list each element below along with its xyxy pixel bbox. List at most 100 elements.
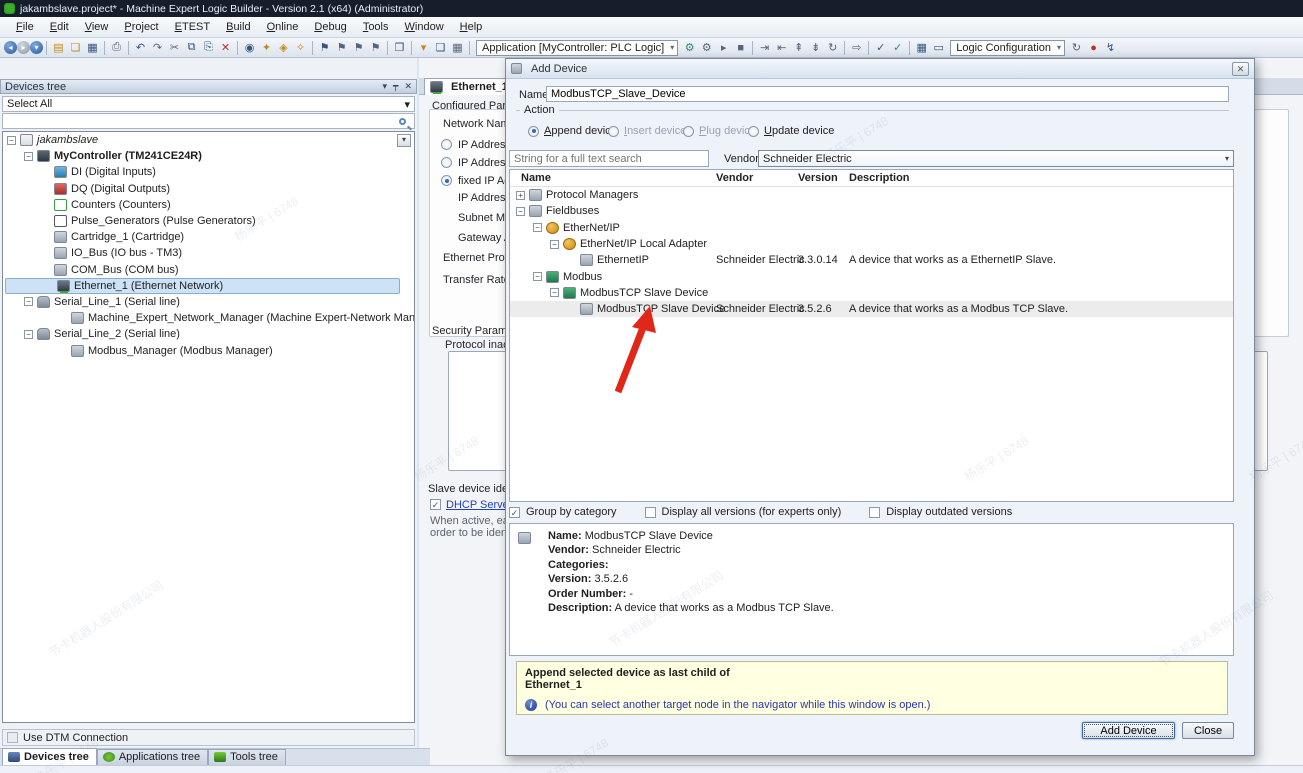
device-row-ethernet-ip-local-adapter[interactable]: −EtherNet/IP Local Adapter: [510, 236, 1233, 252]
menu-edit[interactable]: Edit: [42, 19, 77, 35]
tree-item-serial-line-1[interactable]: −Serial_Line_1 (Serial line): [3, 294, 414, 310]
single-cycle-icon[interactable]: ⇟: [807, 40, 824, 55]
collapse-icon[interactable]: −: [7, 136, 16, 145]
close-button[interactable]: Close: [1182, 722, 1234, 739]
application-selector[interactable]: Application [MyController: PLC Logic] ▾: [476, 40, 678, 56]
full-text-search-input[interactable]: [509, 150, 709, 167]
device-filter-select[interactable]: Select All ▾: [2, 96, 415, 112]
group-by-category-checkbox[interactable]: ✓: [509, 507, 520, 518]
device-row-ethernetip[interactable]: EthernetIP Schneider Electric 3.3.0.14 A…: [510, 252, 1233, 268]
new-file-icon[interactable]: ▤: [50, 40, 67, 55]
tab-tools-tree[interactable]: Tools tree: [208, 749, 286, 765]
grid-view-icon[interactable]: ▦: [913, 40, 930, 55]
dhcp-server-checkbox[interactable]: ✓: [430, 499, 441, 510]
logout-icon[interactable]: ⚙: [698, 40, 715, 55]
vendor-select[interactable]: Schneider Electric ▾: [758, 150, 1234, 167]
tree-item-pulse-generators[interactable]: Pulse_Generators (Pulse Generators): [3, 213, 414, 229]
tree-item-machine-expert-network-manager[interactable]: Machine_Expert_Network_Manager (Machine …: [3, 310, 414, 326]
tree-item-ethernet-1[interactable]: Ethernet_1 (Ethernet Network): [5, 278, 400, 294]
close-icon[interactable]: ✕: [404, 81, 412, 92]
pin-icon[interactable]: ┯: [393, 81, 398, 92]
window-list-icon[interactable]: ❐: [391, 40, 408, 55]
login-icon[interactable]: ⚙: [681, 40, 698, 55]
collapse-icon[interactable]: −: [550, 240, 559, 249]
paste-icon[interactable]: ⎘: [200, 40, 217, 55]
display-all-versions-checkbox[interactable]: [645, 507, 656, 518]
bookmark-prev-icon[interactable]: ⚑: [350, 40, 367, 55]
record-icon[interactable]: ●: [1085, 40, 1102, 55]
menu-window[interactable]: Window: [397, 19, 452, 35]
collapse-icon[interactable]: −: [533, 272, 542, 281]
tree-item-serial-line-2[interactable]: −Serial_Line_2 (Serial line): [3, 326, 414, 342]
print-icon[interactable]: ⎙: [108, 40, 125, 55]
device-row-modbus[interactable]: −Modbus: [510, 268, 1233, 284]
back-icon[interactable]: ◂: [4, 41, 17, 54]
delete-icon[interactable]: ✕: [217, 40, 234, 55]
append-device-radio[interactable]: [528, 126, 539, 137]
force-values-icon[interactable]: ⇨: [848, 40, 865, 55]
plug-device-radio[interactable]: [683, 126, 694, 137]
tree-item-modbus-manager[interactable]: Modbus_Manager (Modbus Manager): [3, 342, 414, 358]
panel-menu-icon[interactable]: ▾: [383, 81, 388, 92]
menu-view[interactable]: View: [77, 19, 117, 35]
collapse-icon[interactable]: −: [24, 297, 33, 306]
collapse-icon[interactable]: −: [533, 223, 542, 232]
tab-devices-tree[interactable]: Devices tree: [2, 748, 97, 765]
undo-icon[interactable]: ↶: [132, 40, 149, 55]
collapse-icon[interactable]: −: [24, 152, 33, 161]
step-over-icon[interactable]: ⇥: [756, 40, 773, 55]
write-values-icon[interactable]: ✓: [872, 40, 889, 55]
device-row-ethernet-ip[interactable]: −EtherNet/IP: [510, 220, 1233, 236]
device-row-fieldbuses[interactable]: −Fieldbuses: [510, 203, 1233, 219]
tree-item-io-bus[interactable]: IO_Bus (IO bus - TM3): [3, 245, 414, 261]
add-device-button[interactable]: Add Device: [1082, 722, 1175, 739]
tree-item-cartridge[interactable]: Cartridge_1 (Cartridge): [3, 229, 414, 245]
copy-icon[interactable]: ⧉: [183, 40, 200, 55]
device-name-input[interactable]: [546, 86, 1229, 102]
fixed-ip-address-radio[interactable]: [441, 175, 452, 186]
flash-icon[interactable]: ↯: [1102, 40, 1119, 55]
forward-icon[interactable]: ▸: [17, 41, 30, 54]
cut-icon[interactable]: ✂: [166, 40, 183, 55]
tree-item-project[interactable]: −jakambslave: [3, 132, 414, 148]
refresh-icon[interactable]: ↻: [1068, 40, 1085, 55]
find-next-icon[interactable]: ✦: [258, 40, 275, 55]
run-icon[interactable]: ▸: [715, 40, 732, 55]
bookmark-toggle-icon[interactable]: ⚑: [316, 40, 333, 55]
menu-tools[interactable]: Tools: [355, 19, 397, 35]
tree-item-counters[interactable]: Counters (Counters): [3, 197, 414, 213]
bookmark-clear-icon[interactable]: ⚑: [367, 40, 384, 55]
open-file-icon[interactable]: ❏: [67, 40, 84, 55]
redo-icon[interactable]: ↷: [149, 40, 166, 55]
device-row-modbustcp-slave-device[interactable]: ModbusTCP Slave Device Schneider Electri…: [510, 301, 1233, 317]
logic-configuration-selector[interactable]: Logic Configuration ▾: [950, 40, 1065, 56]
device-row-protocol-managers[interactable]: +Protocol Managers: [510, 187, 1233, 203]
tree-item-com-bus[interactable]: COM_Bus (COM bus): [3, 262, 414, 278]
device-list-header[interactable]: Name Vendor Version Description: [510, 170, 1233, 187]
insert-device-radio[interactable]: [608, 126, 619, 137]
step-in-icon[interactable]: ⇤: [773, 40, 790, 55]
new-object-icon[interactable]: ❏: [432, 40, 449, 55]
display-outdated-versions-checkbox[interactable]: [869, 507, 880, 518]
menu-online[interactable]: Online: [259, 19, 307, 35]
unforce-values-icon[interactable]: ✓: [889, 40, 906, 55]
tab-applications-tree[interactable]: Applications tree: [97, 749, 208, 765]
calendar-icon[interactable]: ▦: [449, 40, 466, 55]
device-row-modbustcp-category[interactable]: −ModbusTCP Slave Device: [510, 285, 1233, 301]
collapse-icon[interactable]: −: [24, 330, 33, 339]
tree-item-mycontroller[interactable]: −MyController (TM241CE24R): [3, 148, 414, 164]
collapse-icon[interactable]: −: [550, 288, 559, 297]
ip-address-dhcp-radio[interactable]: [441, 139, 452, 150]
update-device-radio[interactable]: [748, 126, 759, 137]
menu-build[interactable]: Build: [218, 19, 258, 35]
menu-project[interactable]: Project: [116, 19, 166, 35]
step-out-icon[interactable]: ⇞: [790, 40, 807, 55]
tree-item-di[interactable]: DI (Digital Inputs): [3, 164, 414, 180]
menu-etest[interactable]: ETEST: [167, 19, 218, 35]
replace-icon[interactable]: ◈: [275, 40, 292, 55]
menu-help[interactable]: Help: [452, 19, 491, 35]
save-icon[interactable]: ▦: [84, 40, 101, 55]
menu-file[interactable]: File: [8, 19, 42, 35]
expand-icon[interactable]: +: [516, 191, 525, 200]
menu-debug[interactable]: Debug: [306, 19, 354, 35]
